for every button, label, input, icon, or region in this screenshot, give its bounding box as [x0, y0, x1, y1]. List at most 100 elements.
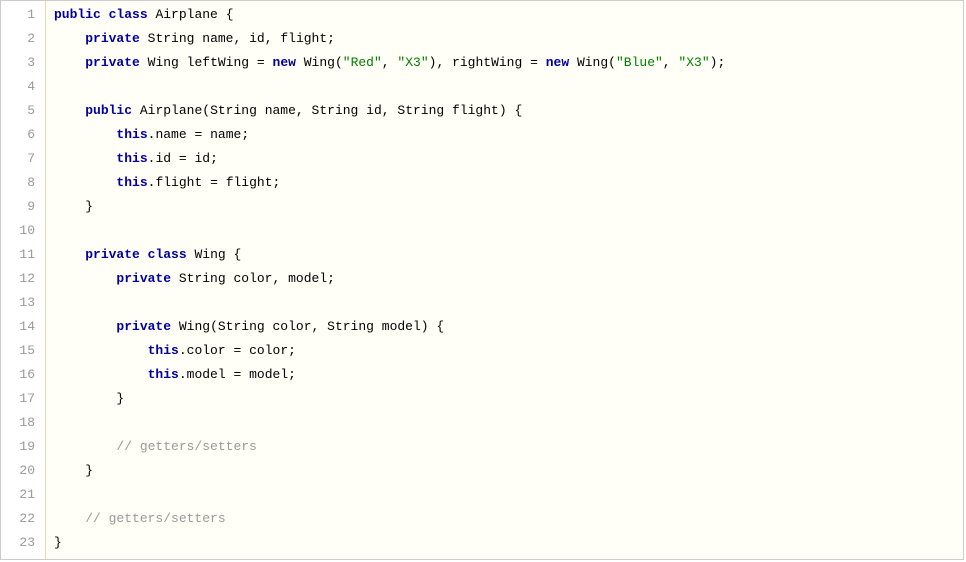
code-token: model [187, 367, 226, 382]
code-line: private Wing(String color, String model)… [54, 315, 963, 339]
code-token: , [382, 55, 390, 70]
code-token [304, 103, 312, 118]
code-token [54, 199, 85, 214]
line-number: 23 [7, 531, 35, 555]
line-number: 5 [7, 99, 35, 123]
code-token [358, 103, 366, 118]
code-line: // getters/setters [54, 507, 963, 531]
code-token: Wing [577, 55, 608, 70]
code-token [522, 55, 530, 70]
code-token: "Red" [343, 55, 382, 70]
code-token: model [288, 271, 327, 286]
code-line [54, 483, 963, 507]
code-token: String [179, 271, 226, 286]
code-token [54, 463, 85, 478]
code-token [265, 319, 273, 334]
code-token: // getters/setters [116, 439, 256, 454]
code-token: ) [499, 103, 507, 118]
line-number: 17 [7, 387, 35, 411]
code-token: ; [210, 151, 218, 166]
code-token: name [155, 127, 186, 142]
code-area: public class Airplane { private String n… [46, 1, 963, 559]
code-token: , [382, 103, 390, 118]
code-token: flight [280, 31, 327, 46]
code-line [54, 291, 963, 315]
code-token: . [179, 367, 187, 382]
code-line: } [54, 195, 963, 219]
line-number: 18 [7, 411, 35, 435]
code-token: name [202, 31, 233, 46]
code-token: private [85, 55, 140, 70]
code-line [54, 219, 963, 243]
code-token [54, 247, 85, 262]
code-token [54, 103, 85, 118]
line-number: 22 [7, 507, 35, 531]
code-token: ; [327, 31, 335, 46]
code-token: , [265, 31, 273, 46]
code-token: new [273, 55, 296, 70]
code-token: Wing [179, 319, 210, 334]
code-token: ( [335, 55, 343, 70]
code-token: // getters/setters [85, 511, 225, 526]
code-token: ; [241, 127, 249, 142]
code-token [226, 247, 234, 262]
code-token: flight [452, 103, 499, 118]
code-token: color [187, 343, 226, 358]
code-token: leftWing [187, 55, 249, 70]
line-number: 12 [7, 267, 35, 291]
code-token: ; [288, 367, 296, 382]
code-token: public [85, 103, 132, 118]
code-token: name [210, 127, 241, 142]
code-line: } [54, 531, 963, 555]
code-token: Airplane [155, 7, 217, 22]
code-token [54, 511, 85, 526]
code-token: = [257, 55, 265, 70]
line-number: 14 [7, 315, 35, 339]
code-token: Airplane [140, 103, 202, 118]
code-token: name [265, 103, 296, 118]
code-token [187, 151, 195, 166]
code-token: String [312, 103, 359, 118]
code-token: ; [288, 343, 296, 358]
code-token: this [116, 127, 147, 142]
code-token [54, 319, 116, 334]
line-number: 2 [7, 27, 35, 51]
code-token: String [218, 319, 265, 334]
code-token: this [148, 367, 179, 382]
code-token [257, 103, 265, 118]
code-token: private [85, 247, 140, 262]
code-token: this [116, 151, 147, 166]
code-token [54, 55, 85, 70]
code-token [171, 319, 179, 334]
code-token: String [327, 319, 374, 334]
code-token: model [249, 367, 288, 382]
code-token [202, 127, 210, 142]
code-token: private [85, 31, 140, 46]
code-token [54, 271, 116, 286]
code-token: = [179, 151, 187, 166]
code-token [280, 271, 288, 286]
code-token [319, 319, 327, 334]
code-token [54, 439, 116, 454]
code-token [241, 343, 249, 358]
code-token: } [85, 199, 93, 214]
code-token: class [109, 7, 148, 22]
code-token: String [397, 103, 444, 118]
code-token [218, 7, 226, 22]
code-token: flight [155, 175, 202, 190]
code-token: color [273, 319, 312, 334]
code-token: rightWing [452, 55, 522, 70]
line-number: 9 [7, 195, 35, 219]
code-token [444, 103, 452, 118]
code-token: ( [210, 319, 218, 334]
code-token: this [116, 175, 147, 190]
code-token [54, 175, 116, 190]
code-token: "Blue" [616, 55, 663, 70]
code-token [218, 175, 226, 190]
code-token [444, 55, 452, 70]
code-token [241, 367, 249, 382]
code-token [54, 343, 148, 358]
code-token [54, 367, 148, 382]
code-line: this.model = model; [54, 363, 963, 387]
code-token: ; [273, 175, 281, 190]
